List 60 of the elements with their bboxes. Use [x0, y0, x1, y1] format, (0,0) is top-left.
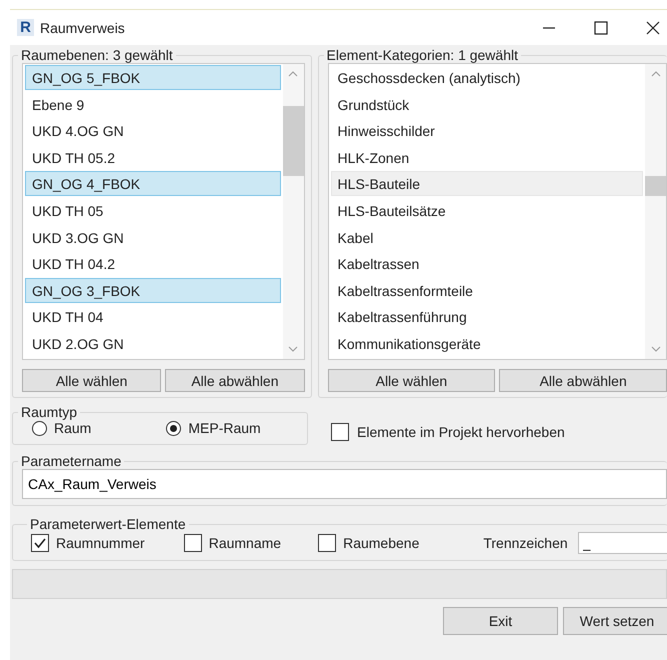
scrollbar-thumb[interactable]: [645, 176, 666, 196]
scrollbar[interactable]: [645, 64, 666, 359]
list-item[interactable]: UKD TH 05: [25, 198, 281, 223]
group-title: Raumtyp: [20, 404, 78, 420]
select-button[interactable]: Alle abwählen: [165, 369, 305, 392]
radio-label: Raum: [54, 420, 92, 436]
radio-button[interactable]: [166, 420, 182, 436]
list-item[interactable]: Kabeltrassen: [330, 251, 643, 276]
list-item[interactable]: Kabel: [330, 224, 643, 250]
group-title: Raumebenen: 3 gewählt: [20, 47, 174, 63]
scroll-up-icon[interactable]: [288, 70, 298, 78]
app-icon: R: [17, 19, 34, 36]
list-item[interactable]: GN_OG 4_FBOK: [25, 171, 281, 196]
list-item[interactable]: UKD TH 04.2: [25, 251, 281, 276]
list-item[interactable]: Grundstück: [330, 92, 643, 116]
checkbox[interactable]: [331, 422, 349, 440]
scroll-down-icon[interactable]: [650, 345, 660, 353]
list-item[interactable]: Kommunikationsgeräte: [330, 330, 643, 356]
separator-label: Trennzeichen: [483, 535, 568, 551]
select-button[interactable]: Alle wählen: [328, 369, 496, 392]
list-item[interactable]: Kabeltrassenformteile: [330, 278, 643, 303]
scroll-down-icon[interactable]: [288, 345, 298, 353]
checkbox-label: Raumnummer: [56, 535, 145, 551]
checkbox[interactable]: [318, 534, 336, 552]
maximize-icon[interactable]: [593, 20, 609, 36]
list-item[interactable]: UKD 3.OG GN: [25, 224, 281, 250]
list-item[interactable]: HLS-Bauteilsätze: [330, 198, 643, 223]
list-item[interactable]: HLK-Zonen: [330, 144, 643, 170]
group-title: Element-Kategorien: 1 gewählt: [326, 47, 519, 63]
scrollbar-thumb[interactable]: [282, 106, 304, 176]
select-button[interactable]: Alle abwählen: [499, 369, 667, 392]
group-title: Parameterwert-Elemente: [29, 516, 187, 532]
list-item[interactable]: Kabeltrassenführung: [330, 304, 643, 330]
list-item[interactable]: UKD TH 05.2: [25, 144, 281, 170]
radio-button[interactable]: [32, 420, 47, 436]
dialog-button[interactable]: Wert setzen: [563, 607, 667, 635]
checkbox-label: Raumebene: [343, 535, 420, 551]
list-item[interactable]: Ebene 9: [25, 92, 281, 116]
list-item[interactable]: UKD 2.OG GN: [25, 330, 281, 356]
list-item[interactable]: UKD TH 04: [25, 304, 281, 330]
checkbox[interactable]: [184, 534, 202, 552]
list-item[interactable]: HLS-Bauteile: [330, 171, 643, 196]
checkbox[interactable]: [31, 534, 49, 552]
list-item[interactable]: GN_OG 5_FBOK: [25, 65, 281, 90]
window-title: Raumverweis: [40, 20, 125, 36]
checkbox-label: Elemente im Projekt hervorheben: [357, 424, 565, 440]
group-title: Parametername: [20, 453, 122, 469]
separator-field[interactable]: _: [578, 532, 667, 554]
parameter-name-field[interactable]: CAx_Raum_Verweis: [22, 469, 667, 499]
dialog-button[interactable]: Exit: [443, 607, 558, 635]
radio-label: MEP-Raum: [188, 420, 261, 436]
list-item[interactable]: Geschossdecken (analytisch): [330, 65, 643, 90]
list-item[interactable]: UKD 4.OG GN: [25, 118, 281, 143]
list-item[interactable]: GN_OG 3_FBOK: [25, 278, 281, 303]
checkbox-label: Raumname: [208, 535, 282, 551]
scrollbar[interactable]: [282, 64, 304, 359]
list-item[interactable]: Hinweisschilder: [330, 118, 643, 143]
close-icon[interactable]: [645, 20, 661, 36]
select-button[interactable]: Alle wählen: [22, 369, 162, 392]
scroll-up-icon[interactable]: [650, 70, 660, 78]
